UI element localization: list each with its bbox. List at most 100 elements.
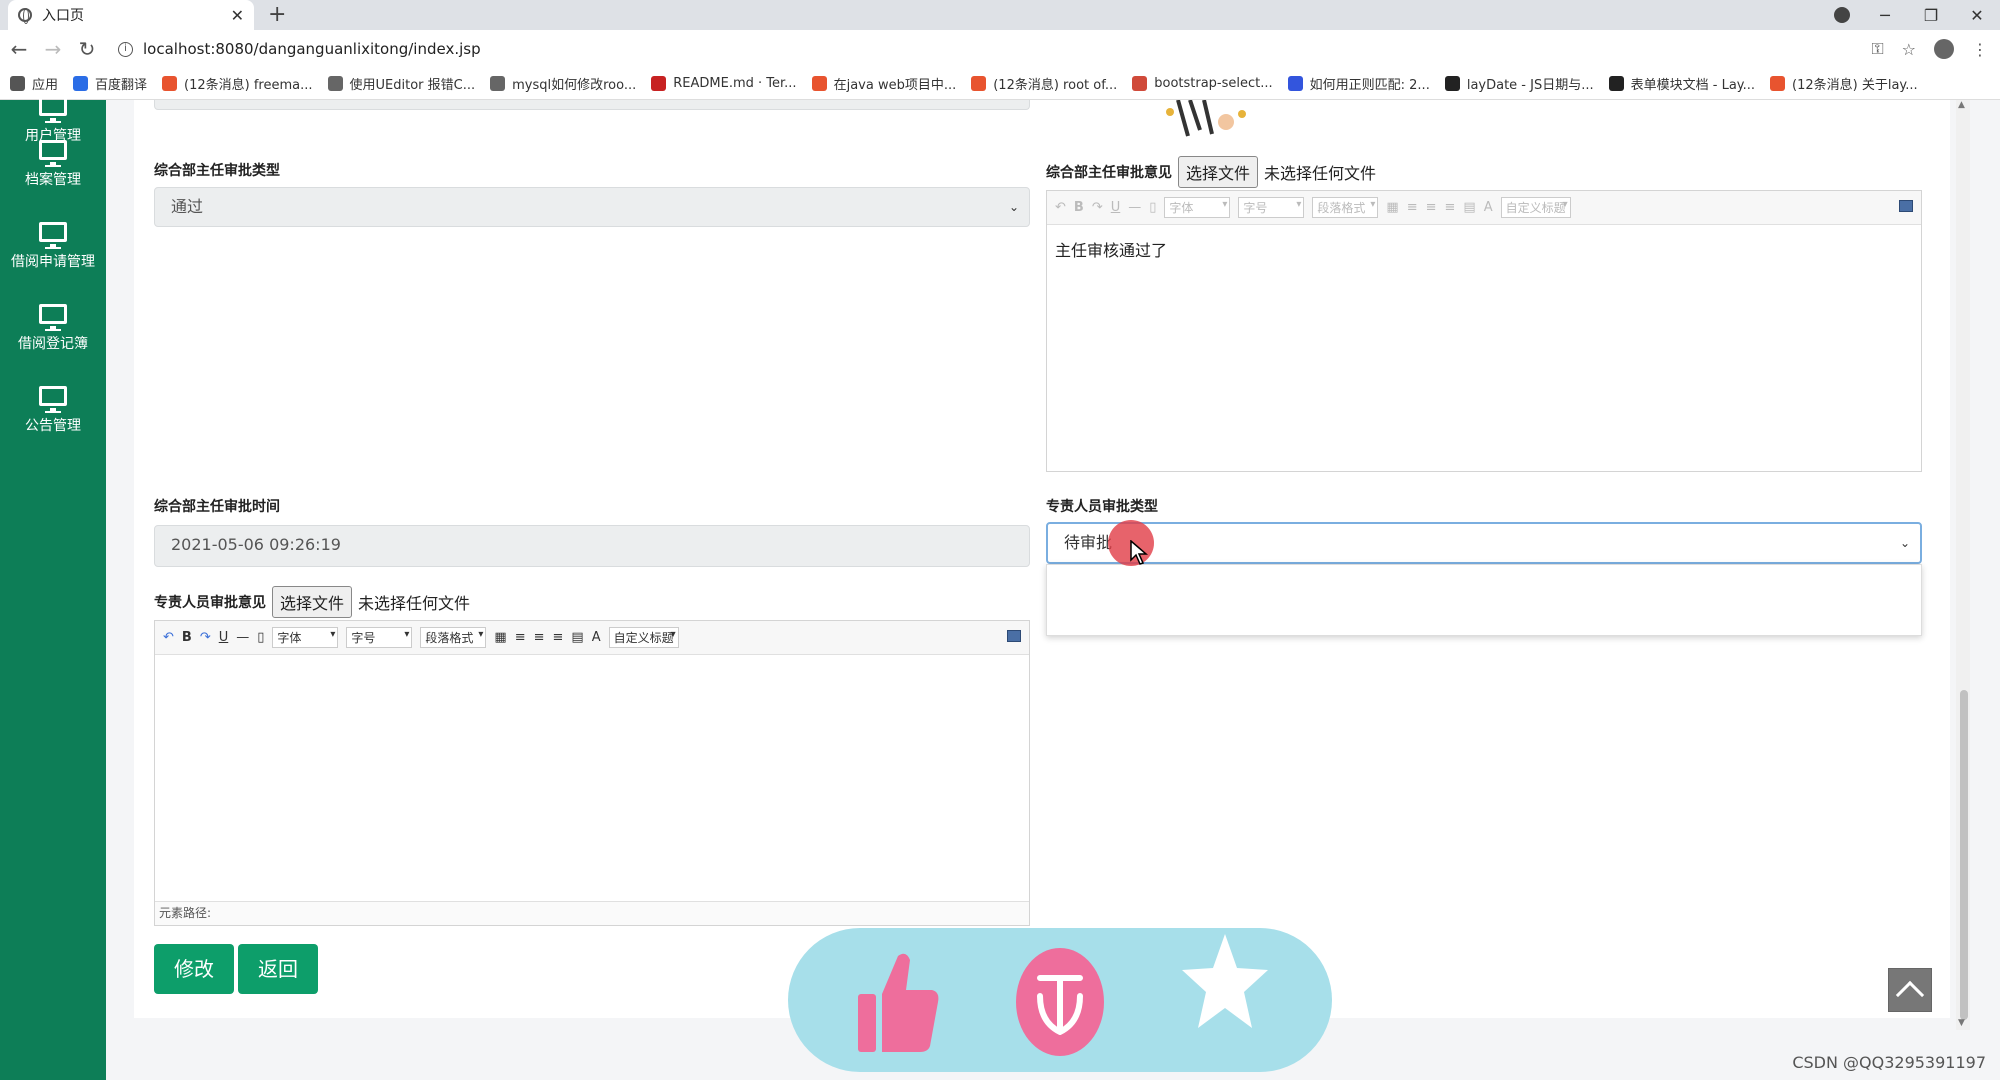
star-bookmark-icon[interactable]: ☆: [1902, 40, 1916, 59]
bookmark-item[interactable]: 表单模块文档 - Lay...: [1608, 74, 1756, 93]
bookmark-label: 如何用正则匹配: 2...: [1309, 78, 1430, 93]
page-icon[interactable]: ▯: [257, 630, 264, 645]
reload-icon[interactable]: ↻: [70, 37, 104, 61]
staff-approval-type-value: 待审批: [1064, 533, 1113, 552]
profile-dropdown-icon[interactable]: [1834, 7, 1850, 23]
bookmark-label: (12条消息) 关于lay...: [1792, 78, 1918, 93]
sidebar: 用户管理 档案管理借阅申请管理 借阅登记簿公告管理: [0, 96, 106, 1080]
director-opinion-content[interactable]: 主任审核通过了: [1047, 225, 1921, 273]
staff-approval-type-label: 专责人员审批类型: [1046, 499, 1158, 515]
bookmark-item[interactable]: (12条消息) freema...: [162, 74, 313, 93]
director-approval-time-field[interactable]: 2021-05-06 09:26:19: [154, 525, 1030, 567]
staff-opinion-content[interactable]: [155, 655, 1029, 679]
justify-icon[interactable]: ▤: [571, 630, 583, 645]
horizontal-rule-icon[interactable]: —: [236, 630, 249, 645]
sidebar-item-label: 公告管理: [25, 418, 81, 434]
back-arrow-icon[interactable]: ←: [2, 37, 36, 61]
bookmark-item[interactable]: mysql如何修改roo...: [490, 74, 636, 93]
font-family-select[interactable]: 字体: [272, 627, 339, 648]
custom-title-select: 自定义标题: [1500, 197, 1571, 218]
sidebar-item[interactable]: 用户管理: [0, 96, 106, 145]
forward-arrow-icon[interactable]: →: [36, 37, 70, 61]
scroll-down-arrow-icon[interactable]: ▼: [1958, 1018, 1965, 1028]
font-color-icon[interactable]: A: [592, 630, 601, 645]
undo-icon[interactable]: ↶: [163, 630, 174, 645]
kebab-menu-icon[interactable]: ⋮: [1972, 40, 1988, 59]
director-approval-type-label: 综合部主任审批类型: [154, 163, 280, 179]
custom-title-select[interactable]: 自定义标题: [608, 627, 679, 648]
scrollbar-thumb[interactable]: [1960, 690, 1968, 1020]
redo-icon[interactable]: ↷: [200, 630, 211, 645]
bookmark-label: 表单模块文档 - Lay...: [1630, 78, 1756, 93]
back-button[interactable]: 返回: [238, 944, 318, 994]
bookmark-label: (12条消息) freema...: [184, 78, 313, 93]
staff-approval-type-dropdown-list[interactable]: [1046, 564, 1922, 636]
browser-tab[interactable]: 入口页 ✕: [8, 0, 254, 30]
paragraph-format-select[interactable]: 段落格式: [420, 627, 487, 648]
redo-icon: ↷: [1091, 200, 1103, 215]
coin-icon[interactable]: [1016, 948, 1104, 1056]
tab-close-icon[interactable]: ✕: [231, 6, 244, 25]
avatar-icon[interactable]: [1934, 39, 1954, 59]
back-to-top-button[interactable]: [1888, 968, 1932, 1012]
sidebar-item[interactable]: 借阅登记簿: [0, 304, 106, 353]
info-icon[interactable]: i: [118, 41, 133, 57]
staff-opinion-label: 专责人员审批意见: [154, 595, 266, 611]
align-center-icon[interactable]: ≡: [534, 630, 545, 645]
thumbs-up-icon[interactable]: [858, 950, 940, 1054]
url-field[interactable]: i localhost:8080/danganguanlixitong/inde…: [118, 30, 481, 68]
favorite-star-icon[interactable]: [1180, 930, 1270, 1035]
bookmark-label: mysql如何修改roo...: [512, 78, 637, 93]
close-window-button[interactable]: ✕: [1954, 6, 2000, 25]
bookmark-item[interactable]: 百度翻译: [73, 74, 147, 93]
staff-choose-file-button[interactable]: 选择文件: [272, 586, 353, 618]
bookmark-item[interactable]: (12条消息) 关于lay...: [1770, 74, 1918, 93]
fullscreen-icon: [1899, 200, 1913, 212]
sidebar-item[interactable]: 公告管理: [0, 386, 106, 435]
bookmark-item[interactable]: 应用: [10, 74, 58, 93]
restore-button[interactable]: ❐: [1908, 6, 1954, 25]
bookmark-favicon-icon: [971, 76, 987, 91]
chevron-down-icon: ⌄: [1008, 200, 1019, 214]
bookmark-item[interactable]: bootstrap-select...: [1132, 76, 1273, 91]
minimize-button[interactable]: ─: [1862, 6, 1908, 25]
bookmark-item[interactable]: 在java web项目中...: [811, 74, 956, 93]
bookmark-item[interactable]: 如何用正则匹配: 2...: [1287, 74, 1430, 93]
font-size-select[interactable]: 字号: [346, 627, 413, 648]
page-icon: ▯: [1149, 200, 1157, 215]
sidebar-item[interactable]: 借阅申请管理: [0, 222, 106, 271]
bookmark-item[interactable]: 使用UEditor 报错C...: [327, 74, 476, 93]
monitor-icon: [39, 222, 67, 249]
table-icon[interactable]: ▦: [494, 630, 506, 645]
bookmark-label: bootstrap-select...: [1154, 76, 1273, 91]
undo-icon: ↶: [1055, 200, 1066, 215]
align-right-icon[interactable]: ≡: [553, 630, 564, 645]
font-size-select: 字号: [1238, 197, 1305, 218]
fullscreen-icon[interactable]: [1007, 630, 1021, 642]
bookmark-favicon-icon: [490, 76, 506, 91]
bookmark-favicon-icon: [1770, 76, 1786, 91]
bold-icon[interactable]: B: [182, 630, 192, 645]
font-color-icon: A: [1483, 200, 1493, 215]
key-icon[interactable]: ⚿: [1871, 39, 1883, 59]
bookmark-item[interactable]: README.md · Ter...: [651, 76, 797, 91]
bookmark-favicon-icon: [1444, 76, 1460, 91]
align-left-icon[interactable]: ≡: [515, 630, 526, 645]
director-approval-type-select[interactable]: 通过 ⌄: [154, 187, 1030, 227]
sidebar-item[interactable]: 档案管理: [0, 140, 106, 189]
bookmark-item[interactable]: (12条消息) root of...: [971, 74, 1117, 93]
modify-button[interactable]: 修改: [154, 944, 234, 994]
bookmark-item[interactable]: layDate - JS日期与...: [1444, 74, 1594, 93]
director-opinion-editor: ↶ B ↷ U — ▯ 字体 字号 段落格式 ▦ ≡ ≡ ≡ ▤ A 自定义标题…: [1046, 190, 1922, 472]
director-choose-file-button[interactable]: 选择文件: [1178, 156, 1259, 188]
chevron-up-icon: [1895, 980, 1925, 1010]
new-tab-button[interactable]: +: [268, 2, 286, 27]
staff-opinion-editor: ↶ B ↷ U — ▯ 字体 字号 段落格式 ▦ ≡ ≡ ≡ ▤ A 自定义标题…: [154, 620, 1030, 926]
chevron-down-icon: ⌄: [1899, 536, 1910, 550]
underline-icon[interactable]: U: [219, 630, 229, 645]
scroll-up-arrow-icon[interactable]: ▲: [1958, 100, 1965, 110]
monitor-icon: [39, 140, 67, 167]
bookmark-label: 使用UEditor 报错C...: [349, 78, 476, 93]
staff-approval-type-select[interactable]: 待审批 ⌄: [1046, 522, 1922, 564]
director-opinion-label: 综合部主任审批意见: [1046, 165, 1172, 181]
